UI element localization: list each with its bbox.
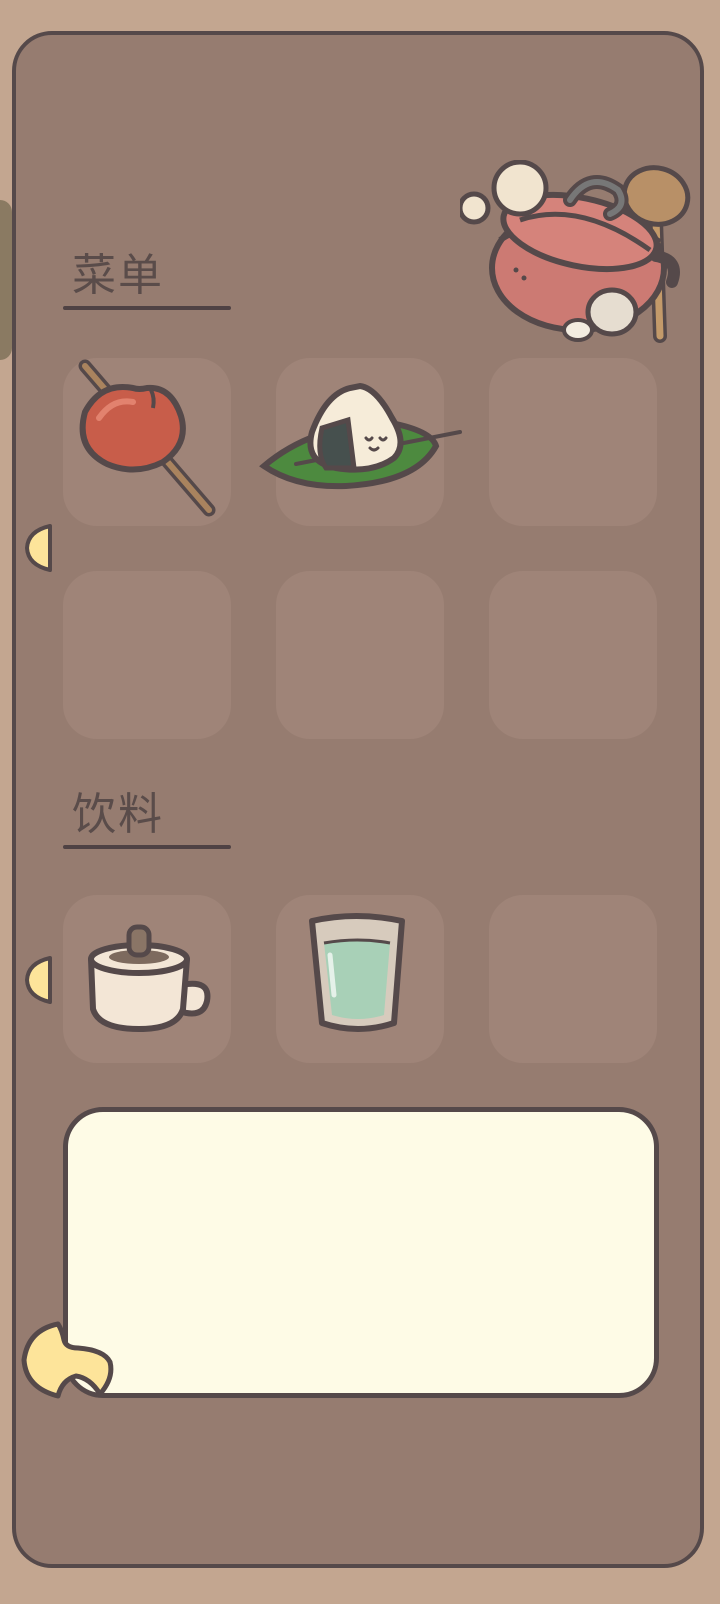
drinks-title-underline [63, 845, 231, 849]
menu-slot-2[interactable] [259, 358, 462, 526]
menu-title-underline [63, 306, 231, 310]
coffee-cup-icon [88, 924, 211, 1032]
rice-ball-on-leaf-icon [259, 382, 462, 490]
menu-prev-arrow[interactable] [24, 523, 54, 573]
menu-slot-1[interactable] [63, 358, 231, 526]
drinks-slot-3[interactable] [489, 895, 657, 1063]
candied-apple-icon [78, 359, 216, 517]
menu-section-title: 菜单 [72, 250, 164, 301]
cooking-pot-icon [460, 160, 691, 343]
drinks-prev-arrow[interactable] [24, 955, 54, 1005]
menu-slot-5[interactable] [276, 571, 444, 739]
menu-slot-4[interactable] [63, 571, 231, 739]
back-button[interactable] [18, 1318, 118, 1408]
side-tab-edge[interactable] [0, 200, 12, 360]
drinks-slot-1[interactable] [63, 895, 231, 1063]
water-glass-icon [309, 913, 405, 1032]
menu-slot-6[interactable] [489, 571, 657, 739]
dialog-box [63, 1107, 659, 1398]
menu-slot-3[interactable] [489, 358, 657, 526]
drinks-slot-2[interactable] [276, 895, 444, 1063]
drinks-section-title: 饮料 [72, 789, 164, 840]
